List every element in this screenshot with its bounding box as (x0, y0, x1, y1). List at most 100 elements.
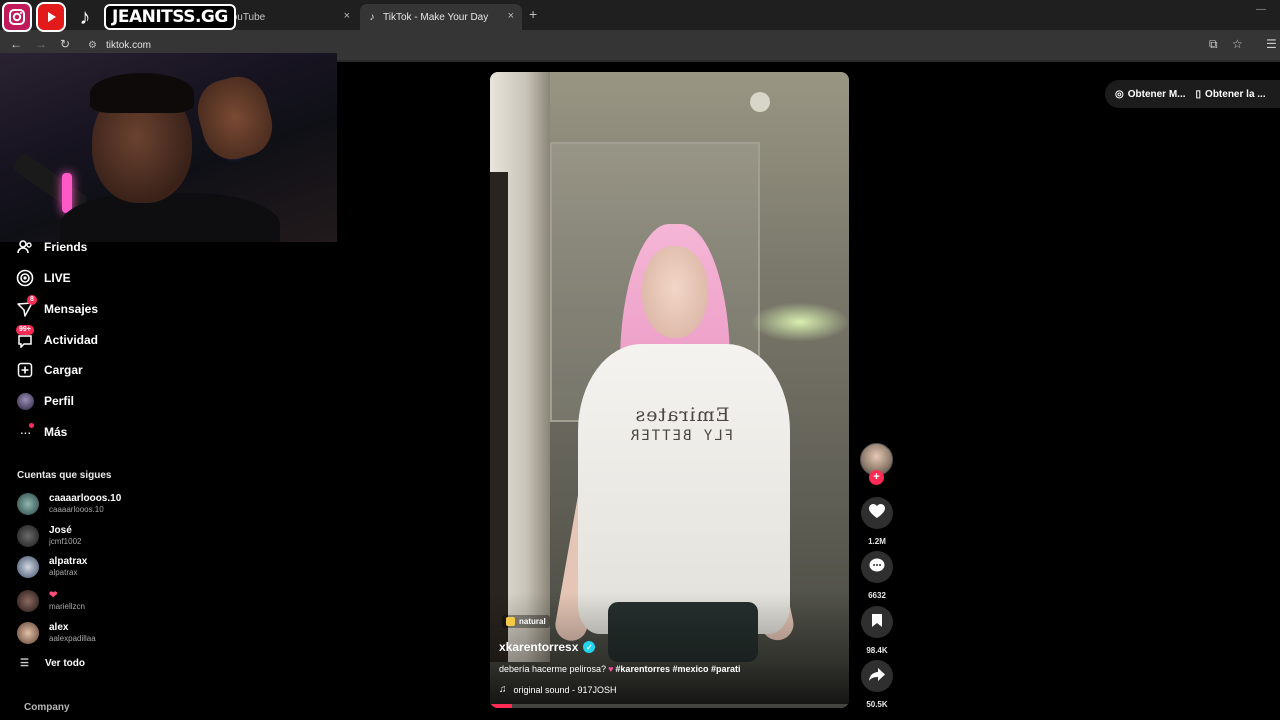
more-icon: ··· (16, 423, 34, 441)
sidebar-item-label: Más (44, 425, 68, 439)
url-field[interactable]: ⚙ tiktok.com (88, 36, 151, 54)
activity-badge: 99+ (16, 325, 34, 335)
like-action: 1.2M (860, 497, 894, 546)
video-author-name: xkarentorresx (499, 640, 579, 654)
sidebar-item-activity[interactable]: 99+ Actividad (16, 325, 156, 351)
close-tab-tiktok-button[interactable]: × (508, 10, 514, 22)
following-account[interactable]: alpatrax alpatrax (17, 554, 157, 580)
bookmark-star-icon[interactable]: ☆ (1232, 37, 1243, 51)
following-account[interactable]: caaaarlooos.10 caaaarlooos.10 (17, 491, 157, 517)
video-description-text: debería hacerme pelirosa? (499, 664, 607, 674)
share-count: 50.5K (866, 700, 888, 709)
upload-icon (16, 361, 34, 379)
sidebar-item-live[interactable]: LIVE (16, 267, 156, 289)
stream-branding: ♪ JEANITSS.GG (2, 2, 236, 32)
following-account-name: alex (49, 622, 69, 633)
sidebar-item-label: Actividad (44, 333, 99, 347)
video-player[interactable]: Emirates FLY BETTER natural xkarentorres… (490, 72, 849, 708)
sidebar-item-friends[interactable]: Friends (16, 236, 156, 258)
site-info-icon[interactable]: ⚙ (88, 40, 97, 51)
following-account[interactable]: José jcmf1002 (17, 523, 157, 549)
webcam-pink-light (62, 173, 72, 213)
compass-icon: ◎ (1115, 88, 1124, 100)
video-person-face (642, 246, 708, 338)
effect-tag-icon (506, 617, 515, 626)
share-action: 50.5K (860, 660, 894, 709)
url-text: tiktok.com (105, 39, 151, 51)
sidebar-item-label: Cargar (44, 363, 83, 377)
youtube-logo-icon (36, 2, 66, 32)
video-effect-tag[interactable]: natural (502, 615, 550, 628)
back-arrow-icon[interactable]: ← (10, 37, 22, 51)
following-account-username: aalexpadillaa (49, 634, 96, 643)
video-scene-ceiling-light (750, 92, 770, 112)
sidebar-item-profile[interactable]: Perfil (16, 390, 156, 412)
minimize-window-button[interactable]: — (1256, 4, 1266, 15)
video-hashtags[interactable]: #karentorres #mexico #parati (615, 664, 740, 674)
video-shirt-text: Emirates (634, 404, 730, 426)
avatar (17, 622, 39, 644)
video-progress-bar[interactable] (490, 704, 849, 708)
side-panel-icon[interactable]: ☰ (1266, 37, 1277, 51)
following-account-name: alpatrax (49, 556, 88, 567)
get-coins-button[interactable]: ◎ Obtener M... (1115, 89, 1186, 100)
get-app-label: Obtener la ... (1205, 88, 1266, 100)
following-section-title: Cuentas que sigues (17, 470, 112, 481)
tiktok-favicon-icon: ♪ (369, 11, 375, 23)
screen: (163) YouTube × ♪ TikTok - Make Your Day… (0, 0, 1280, 720)
activity-icon: 99+ (16, 325, 34, 349)
webcam-person-body (60, 193, 280, 242)
friends-icon (16, 238, 34, 256)
instagram-logo-icon (2, 2, 32, 32)
comment-action: 6632 (860, 551, 894, 600)
following-account-username: mariellzcn (49, 602, 86, 611)
save-button[interactable] (861, 606, 893, 638)
tab-tiktok[interactable]: ♪ TikTok - Make Your Day × (360, 4, 522, 30)
sidebar-item-label: LIVE (44, 271, 71, 285)
tiktok-logo-icon: ♪ (79, 4, 91, 29)
get-app-button[interactable]: ▯ Obtener la ... (1196, 89, 1266, 100)
video-sound-label: original sound - 917JOSH (513, 684, 617, 695)
following-account[interactable]: ❤ mariellzcn (17, 588, 157, 614)
pink-heart-icon: ♥ (608, 664, 614, 674)
webcam-person-hair (90, 73, 194, 113)
video-description: debería hacerme pelirosa? ♥ #karentorres #… (499, 664, 741, 674)
new-tab-button[interactable]: + (529, 6, 537, 22)
following-account[interactable]: alex aalexpadillaa (17, 620, 157, 646)
comment-button[interactable] (861, 551, 893, 583)
following-account-username: caaaarlooos.10 (49, 505, 104, 514)
live-icon (16, 269, 34, 287)
like-button[interactable] (861, 497, 893, 529)
reload-icon[interactable]: ↻ (60, 37, 70, 51)
company-link[interactable]: Company (24, 702, 70, 713)
video-effect-tag-label: natural (519, 617, 546, 626)
see-all-following-button[interactable]: ☰ Ver todo (20, 658, 85, 669)
sidebar-item-label: Mensajes (44, 302, 99, 316)
comment-count: 6632 (868, 591, 886, 600)
sidebar-item-more[interactable]: ··· Más (16, 421, 156, 443)
webcam-person-hand (190, 70, 280, 166)
sidebar-item-messages[interactable]: 8 Mensajes (16, 295, 156, 320)
forward-arrow-icon[interactable]: → (35, 37, 47, 51)
messages-badge: 8 (27, 295, 37, 305)
save-action: 98.4K (860, 606, 894, 655)
video-progress-fill (490, 704, 512, 708)
webcam-feed (0, 53, 337, 242)
more-notification-dot (29, 423, 34, 428)
video-author[interactable]: xkarentorresx ✓ (499, 640, 596, 654)
bookmark-icon (871, 613, 883, 631)
get-coins-label: Obtener M... (1127, 88, 1186, 100)
video-sound[interactable]: ♫ original sound - 917JOSH (499, 684, 617, 695)
list-icon: ☰ (20, 658, 29, 669)
install-app-icon[interactable]: ⧉ (1209, 37, 1218, 52)
following-account-name: José (49, 525, 72, 536)
share-button[interactable] (861, 660, 893, 692)
share-arrow-icon (869, 667, 885, 685)
avatar (17, 590, 39, 612)
close-tab-youtube-button[interactable]: × (344, 10, 350, 22)
sidebar-item-label: Perfil (44, 394, 75, 408)
follow-creator-button[interactable]: + (869, 470, 884, 485)
video-scene-glow (750, 302, 849, 342)
comment-bubble-icon (869, 558, 885, 576)
sidebar-item-upload[interactable]: Cargar (16, 359, 156, 381)
